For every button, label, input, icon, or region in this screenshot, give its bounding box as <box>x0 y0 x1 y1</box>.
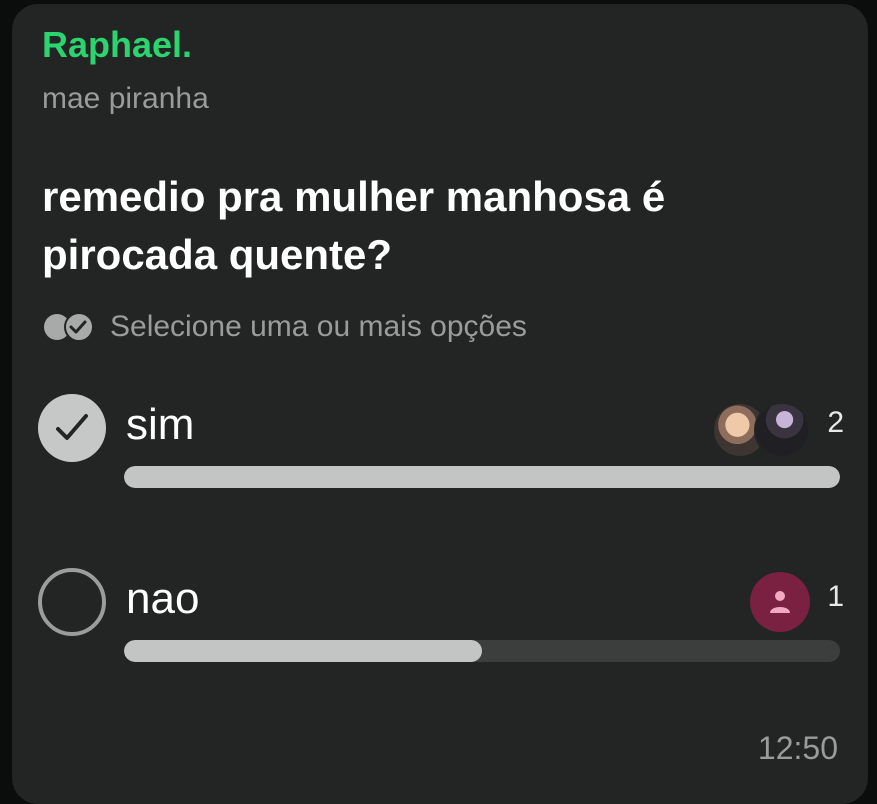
vote-count: 1 <box>827 580 844 613</box>
poll-question: remedio pra mulher manhosa é pirocada qu… <box>42 173 666 278</box>
poll-option-label: sim <box>126 400 195 449</box>
vote-count: 2 <box>827 406 844 439</box>
voter-avatars[interactable] <box>750 572 810 632</box>
avatar[interactable] <box>750 572 810 632</box>
poll-hint-text: Selecione uma ou mais opções <box>110 310 527 343</box>
empty-circle-icon[interactable] <box>38 568 106 636</box>
poll-hint: Selecione uma ou mais opções <box>42 307 527 347</box>
person-icon <box>770 591 790 613</box>
poll-option-sim[interactable]: sim 2 <box>38 394 844 524</box>
vote-progress-fill <box>124 640 482 662</box>
check-circle-icon[interactable] <box>38 394 106 462</box>
avatar[interactable] <box>754 402 810 458</box>
poll-option-nao[interactable]: nao 1 <box>38 568 844 698</box>
sender-subtitle: mae piranha <box>42 82 209 115</box>
message-timestamp: 12:50 <box>757 730 838 766</box>
voter-avatars[interactable] <box>712 402 810 458</box>
poll-message-bubble: Raphael. mae piranha remedio pra mulher … <box>12 4 868 804</box>
sender-name[interactable]: Raphael. <box>42 24 192 66</box>
vote-progress-fill <box>124 466 840 488</box>
vote-progress-bar <box>124 640 840 662</box>
poll-option-label: nao <box>126 574 200 623</box>
vote-progress-bar <box>124 466 840 488</box>
double-check-circles-icon <box>42 311 98 343</box>
